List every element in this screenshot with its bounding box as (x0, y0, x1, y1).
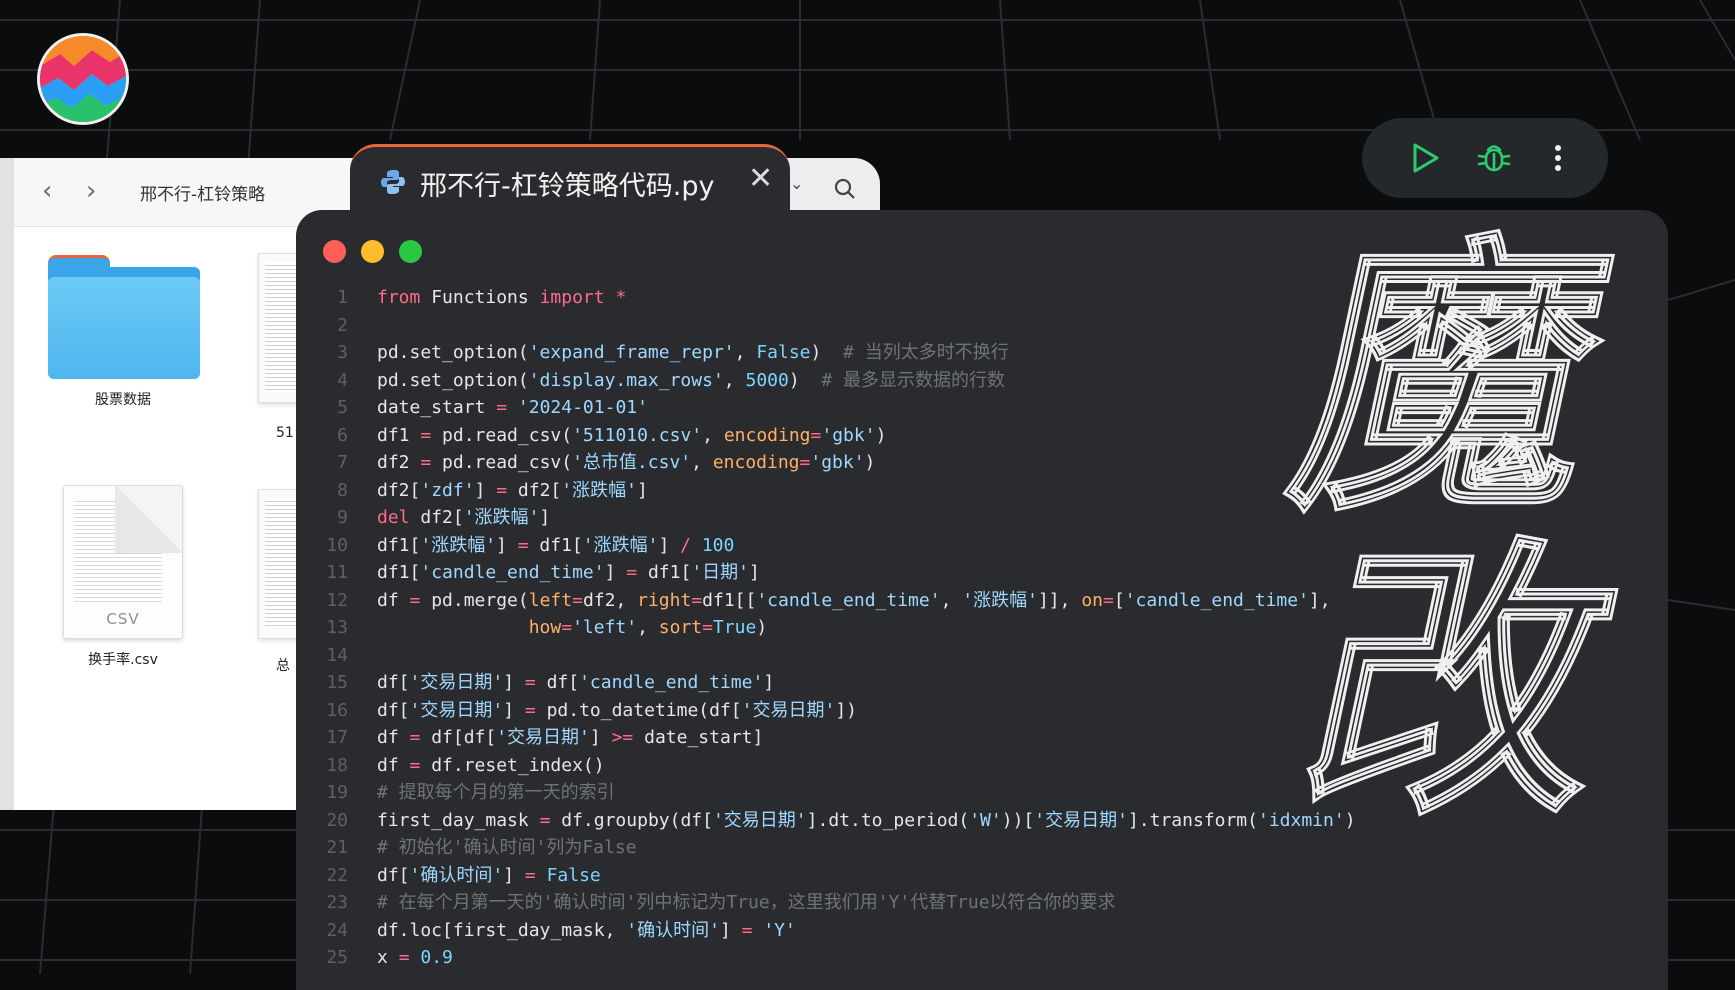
watermark-char: 魔 (1269, 211, 1634, 551)
play-icon[interactable] (1404, 138, 1444, 178)
folder-item[interactable]: 股票数据 (48, 255, 200, 409)
finder-sidebar (0, 158, 14, 810)
file-icon[interactable] (258, 253, 300, 403)
app-logo (40, 36, 126, 122)
chevron-down-icon[interactable]: ⌄ (790, 174, 803, 193)
close-icon[interactable]: ✕ (748, 161, 773, 196)
csv-file-item[interactable]: CSV 换手率.csv (48, 485, 198, 669)
csv-file-label: 换手率.csv (88, 652, 158, 668)
file-label-partial: 总 (276, 658, 290, 674)
more-vertical-icon[interactable] (1538, 138, 1578, 178)
python-icon (381, 170, 405, 194)
file-label-partial: 51 (276, 425, 294, 441)
csv-file-icon: CSV (63, 485, 183, 639)
run-toolbar (1362, 118, 1608, 198)
bug-icon[interactable] (1474, 138, 1514, 178)
chevron-left-icon[interactable]: ‹ (42, 178, 52, 204)
search-icon[interactable] (834, 178, 856, 200)
file-icon[interactable] (258, 489, 300, 639)
window-zoom-button[interactable] (399, 240, 422, 263)
finder-title: 邢不行-杠铃策略 (140, 185, 266, 205)
watermark-char: 改 (1279, 515, 1644, 855)
tab-title: 邢不行-杠铃策略代码.py (420, 171, 715, 202)
editor-tab[interactable]: 邢不行-杠铃策略代码.py ✕ (350, 144, 790, 214)
window-minimize-button[interactable] (361, 240, 384, 263)
folder-label: 股票数据 (95, 392, 151, 408)
csv-badge: CSV (106, 610, 140, 628)
window-close-button[interactable] (323, 240, 346, 263)
chevron-right-icon[interactable]: › (86, 178, 96, 204)
folder-icon (48, 255, 200, 379)
